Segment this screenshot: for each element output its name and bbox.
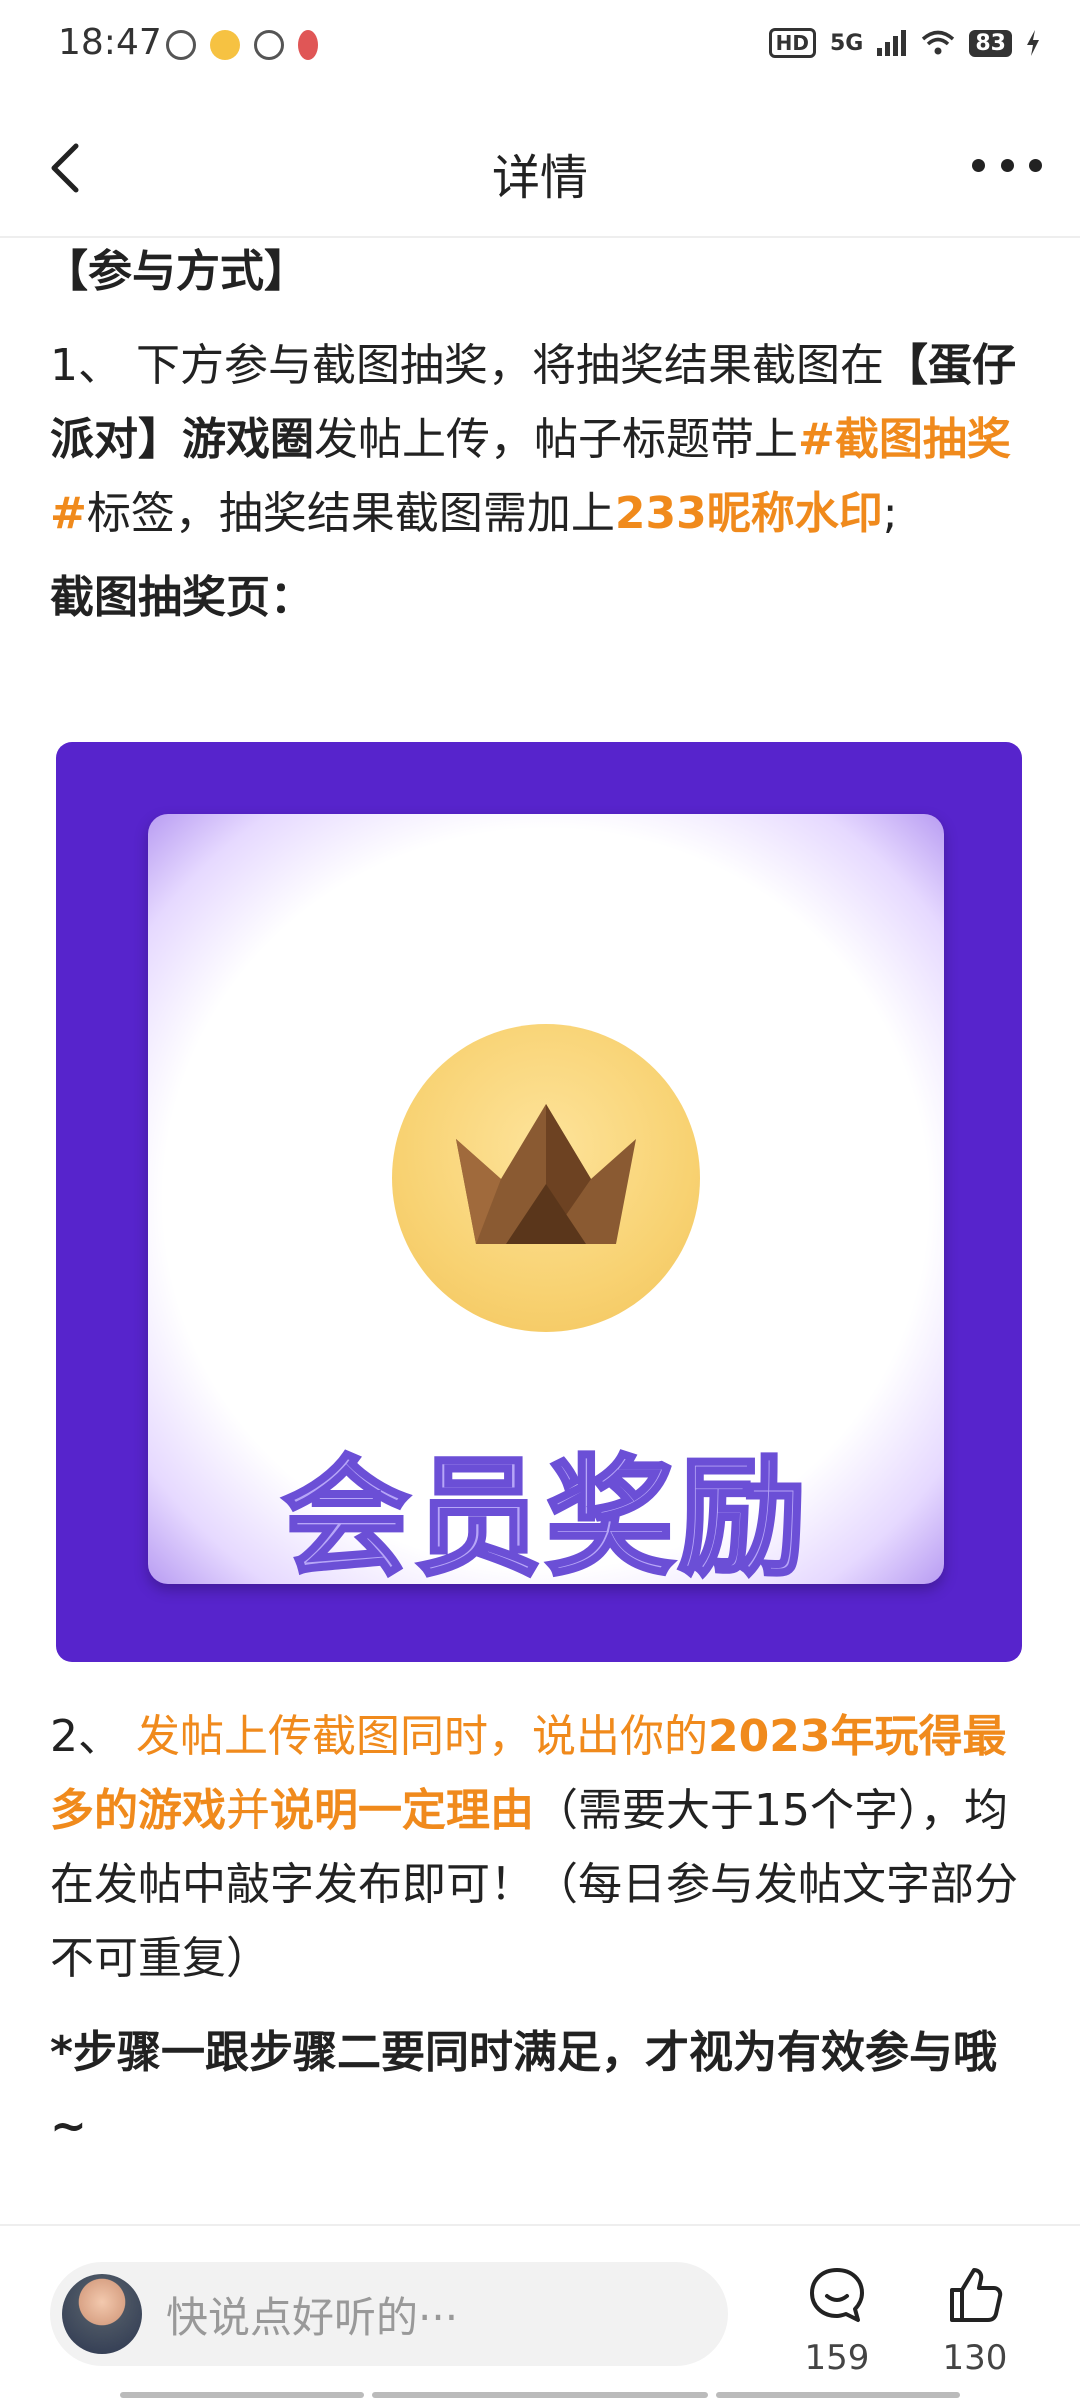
status-right: HD 5G 83 [768,28,1040,58]
post-content-continued: 2、 发帖上传截图同时，说出你的2023年玩得最多的游戏并说明一定理由（需要大于… [50,1700,1030,2164]
status-bar: 18:47 HD 5G 83 [0,0,1080,100]
more-dot [1029,158,1042,172]
step-one-paragraph: 1、 下方参与截图抽奖，将抽奖结果截图在【蛋仔派对】游戏圈发帖上传，帖子标题带上… [50,329,1030,551]
step-two-orange1: 发帖上传截图同时，说出你的 [135,1711,708,1762]
step-one-suffix: ; [882,488,898,539]
step-two-orange2: 并 [226,1785,270,1836]
like-count: 130 [942,2338,1008,2378]
watermark-text: 233昵称水印 [614,488,883,539]
gesture-bar-segment [716,2392,960,2398]
crown-coin-icon [392,1024,700,1332]
step-two-prefix: 2、 [50,1711,136,1762]
gesture-bar-segment [120,2392,364,2398]
promo-card: 会员奖励 [148,814,944,1595]
thumbs-up-icon [950,2268,1003,2322]
more-dot [1000,158,1014,172]
network-label: 5G [830,30,864,56]
comment-count: 159 [804,2338,870,2378]
step-one-mid: 发帖上传，帖子标题带上 [314,414,798,465]
hd-icon: HD [768,28,816,58]
step-two-bold2: 说明一定理由 [270,1785,534,1836]
notification-icons [166,30,318,60]
status-time: 18:47 [58,22,162,63]
more-dot [972,158,985,172]
comment-placeholder: 快说点好听的··· [166,2293,459,2342]
step-two-paragraph: 2、 发帖上传截图同时，说出你的2023年玩得最多的游戏并说明一定理由（需要大于… [50,1700,1030,1996]
crown-icon [456,1104,636,1244]
avatar [62,2274,142,2354]
promo-title: 会员奖励 [280,1442,810,1595]
bottom-divider [0,2224,1080,2226]
lottery-banner-image[interactable]: 会员奖励 [56,742,1022,1662]
section-title: 【参与方式】 [44,246,308,297]
validity-note: *步骤一跟步骤二要同时满足，才视为有效参与哦~ [50,2027,998,2152]
location-icon [298,30,318,60]
wifi-icon [922,30,955,55]
app-header: 详情 [0,110,1080,235]
signal-icon [877,30,907,56]
more-button[interactable] [972,150,1042,180]
comment-button[interactable]: 159 [787,2264,887,2378]
sync-icon [254,30,284,60]
post-content: 【参与方式】 1、 下方参与截图抽奖，将抽奖结果截图在【蛋仔派对】游戏圈发帖上传… [44,235,1030,635]
step-one-prefix: 1、 下方参与截图抽奖，将抽奖结果截图在 [50,340,884,391]
like-button[interactable]: 130 [925,2264,1025,2378]
charging-icon [1027,30,1039,56]
battery-indicator: 83 [969,29,1012,57]
lottery-page-label: 截图抽奖页： [50,572,314,623]
comment-icon [810,2268,864,2322]
gesture-bar-segment [372,2392,708,2398]
k-app-icon [166,30,196,60]
page-title: 详情 [491,150,588,206]
weibo-icon [210,30,240,60]
comment-input[interactable]: 快说点好听的··· [50,2262,728,2366]
step-one-mid2: 标签，抽奖结果截图需加上 [86,488,615,539]
